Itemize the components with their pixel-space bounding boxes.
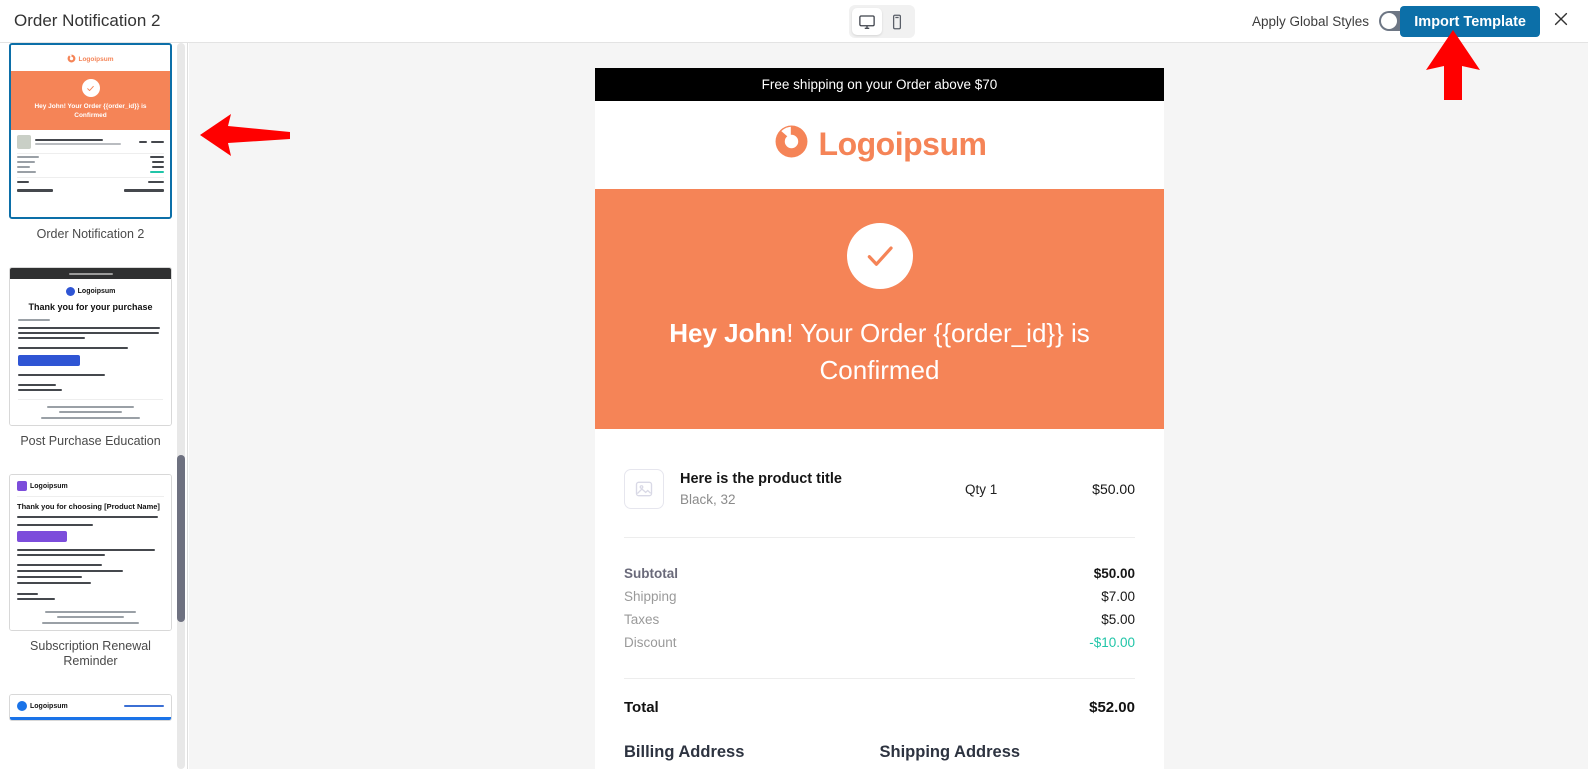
- totals-label: Discount: [624, 635, 677, 650]
- totals-row: Shipping $7.00: [624, 585, 1135, 608]
- sidebar-template-partial[interactable]: Logoipsum: [9, 669, 172, 721]
- device-preview-toggle[interactable]: [849, 5, 915, 38]
- apply-global-styles-control[interactable]: Apply Global Styles: [1252, 11, 1417, 31]
- template-thumbnail-card[interactable]: Logoipsum Hey John! Your Order {{order_i…: [9, 43, 172, 219]
- thumb-cta-button: [18, 355, 80, 366]
- product-variant: Black, 32: [680, 492, 736, 507]
- thumb-footer: [18, 399, 163, 419]
- totals-row: Subtotal $50.00: [624, 562, 1135, 585]
- template-thumbnail-card[interactable]: Logoipsum: [9, 694, 172, 721]
- hero-title: Hey John! Your Order {{order_id}} is Con…: [625, 315, 1134, 389]
- thumbnail-preview-partial: Logoipsum: [10, 695, 171, 720]
- logo-dot-icon: [65, 287, 75, 296]
- totals-value: -$10.00: [1089, 635, 1135, 650]
- totals-label: Taxes: [624, 612, 660, 627]
- brand-name: Logoipsum: [818, 126, 987, 162]
- template-thumbnail-card[interactable]: Logoipsum Thank you for your purchase: [9, 267, 172, 426]
- totals-label: Shipping: [624, 589, 677, 604]
- thumbnail-preview-post-purchase: Logoipsum Thank you for your purchase: [10, 268, 171, 425]
- sidebar-scrollbar-thumb[interactable]: [177, 455, 185, 622]
- thumb-brand-name: Logoipsum: [30, 482, 68, 490]
- thumb-logo: Logoipsum: [17, 481, 164, 497]
- top-toolbar: Order Notification 2 Apply Global Styles: [0, 0, 1588, 43]
- thumb-top-banner: [10, 268, 171, 279]
- order-total-value: $52.00: [1089, 699, 1135, 716]
- thumb-cta-button: [17, 531, 67, 542]
- logo-dot-icon: [17, 701, 27, 711]
- thumb-hero: Hey John! Your Order {{order_id}} is Conf…: [11, 71, 170, 130]
- brand-lockup: Logoipsum: [773, 123, 987, 165]
- thumb-heading: Thank you for your purchase: [28, 302, 153, 312]
- thumb-hero-title: Hey John! Your Order {{order_id}} is Conf…: [34, 103, 147, 119]
- image-placeholder-icon: [624, 469, 664, 509]
- thumb-logo: Logoipsum: [11, 45, 170, 71]
- totals-row: Taxes $5.00: [624, 608, 1135, 631]
- sidebar-template-subscription-renewal-reminder[interactable]: Logoipsum Thank you for choosing [Produc…: [9, 449, 172, 669]
- totals-value: $50.00: [1093, 566, 1135, 581]
- apply-global-styles-label: Apply Global Styles: [1251, 13, 1369, 29]
- product-price: $50.00: [1092, 481, 1135, 497]
- hero-title-rest: ! Your Order {{order_id}} is Confirmed: [786, 318, 1090, 385]
- thumb-brand-name: Logoipsum: [77, 288, 116, 295]
- desktop-view-button[interactable]: [852, 8, 882, 35]
- order-total-row: Total $52.00: [624, 679, 1135, 716]
- template-list-sidebar[interactable]: Logoipsum Hey John! Your Order {{order_i…: [0, 43, 188, 769]
- desktop-monitor-icon: [858, 13, 876, 31]
- mobile-view-button[interactable]: [882, 8, 912, 35]
- address-section: Billing Address John Doe United States S…: [624, 716, 1135, 769]
- sidebar-template-label: Subscription Renewal Reminder: [30, 639, 151, 668]
- page-title: Order Notification 2: [14, 11, 161, 30]
- billing-address-heading: Billing Address: [624, 743, 745, 761]
- email-template-preview: Free shipping on your Order above $70 Lo…: [595, 68, 1164, 769]
- sidebar-template-label: Order Notification 2: [36, 227, 145, 241]
- thumbnail-preview-order-notification-2: Logoipsum Hey John! Your Order {{order_i…: [11, 45, 170, 217]
- thumb-logo: Logoipsum: [17, 701, 164, 711]
- logoipsum-ring-icon: [773, 123, 810, 165]
- sidebar-template-label: Post Purchase Education: [20, 434, 161, 448]
- order-total-label: Total: [624, 699, 659, 716]
- order-totals: Subtotal $50.00 Shipping $7.00 Taxes $5.…: [624, 538, 1135, 654]
- free-shipping-banner: Free shipping on your Order above $70: [595, 68, 1164, 101]
- sidebar-template-order-notification-2[interactable]: Logoipsum Hey John! Your Order {{order_i…: [9, 43, 172, 242]
- thumb-brand-name: Logoipsum: [30, 702, 68, 710]
- email-hero-section: Hey John! Your Order {{order_id}} is Con…: [595, 189, 1164, 429]
- mobile-phone-icon: [888, 13, 906, 31]
- email-preview-stage: Free shipping on your Order above $70 Lo…: [189, 43, 1588, 769]
- billing-address-block: Billing Address John Doe United States: [624, 743, 880, 769]
- thumb-brand-name: Logoipsum: [78, 55, 114, 63]
- totals-label: Subtotal: [624, 566, 678, 581]
- order-product-row: Here is the product title Black, 32 Qty …: [624, 469, 1135, 538]
- import-template-button[interactable]: Import Template: [1400, 6, 1540, 37]
- product-title: Here is the product title: [680, 471, 842, 487]
- thumb-product-row: [17, 135, 164, 154]
- switch-knob: [1381, 13, 1397, 29]
- totals-value: $7.00: [1101, 589, 1135, 604]
- product-quantity: Qty 1: [965, 481, 998, 497]
- logoipsum-ring-icon: [67, 50, 76, 68]
- thumb-accent-rule: [10, 717, 171, 720]
- thumb-product-image: [17, 135, 31, 149]
- logo-dot-icon: [17, 481, 27, 491]
- thumbnail-preview-subscription-renewal: Logoipsum Thank you for choosing [Produc…: [10, 475, 171, 630]
- shipping-address-heading: Shipping Address: [879, 743, 1021, 761]
- hero-greeting: Hey John: [669, 318, 787, 348]
- thumb-logo: Logoipsum: [18, 287, 163, 296]
- totals-row: Discount -$10.00: [624, 631, 1135, 654]
- shipping-address-block: Shipping Address John Doe 548 Market St …: [880, 743, 1136, 769]
- sidebar-template-post-purchase-education[interactable]: Logoipsum Thank you for your purchase Po…: [9, 242, 172, 449]
- thumb-heading: Thank you for choosing [Product Name]: [17, 502, 160, 511]
- close-x-icon: [1551, 9, 1571, 34]
- thumb-check-circle-icon: [81, 79, 100, 97]
- email-brand-header: Logoipsum: [595, 101, 1164, 189]
- check-circle-icon: [846, 223, 913, 289]
- email-body: Here is the product title Black, 32 Qty …: [595, 429, 1164, 769]
- totals-value: $5.00: [1101, 612, 1135, 627]
- template-thumbnail-card[interactable]: Logoipsum Thank you for choosing [Produc…: [9, 474, 172, 631]
- thumb-body: [11, 130, 170, 197]
- sidebar-scrollbar-track[interactable]: [177, 43, 185, 769]
- close-button[interactable]: [1544, 4, 1578, 38]
